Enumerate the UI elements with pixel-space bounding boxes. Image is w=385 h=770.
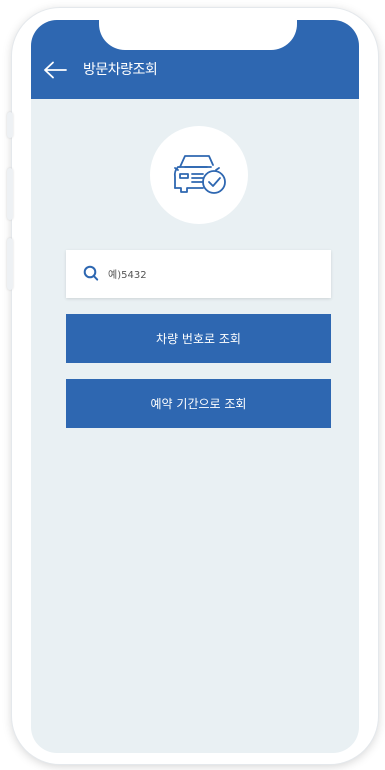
phone-notch [99,20,297,50]
phone-side-button [7,168,13,220]
page-title: 방문차량조회 [83,62,158,78]
search-icon [83,265,99,281]
arrow-left-icon[interactable] [41,60,69,80]
search-input[interactable] [106,262,320,288]
phone-side-button [7,112,13,138]
search-field[interactable] [66,250,331,298]
car-icon-circle [150,126,248,224]
phone-side-button [7,238,13,290]
search-by-plate-button[interactable]: 차량 번호로 조회 [66,314,331,363]
search-by-period-button[interactable]: 예약 기간으로 조회 [66,379,331,428]
car-check-icon [173,155,226,194]
app-screen: 방문차량조회 차량 번호로 조회 예약 기간으로 조회 [31,20,359,753]
